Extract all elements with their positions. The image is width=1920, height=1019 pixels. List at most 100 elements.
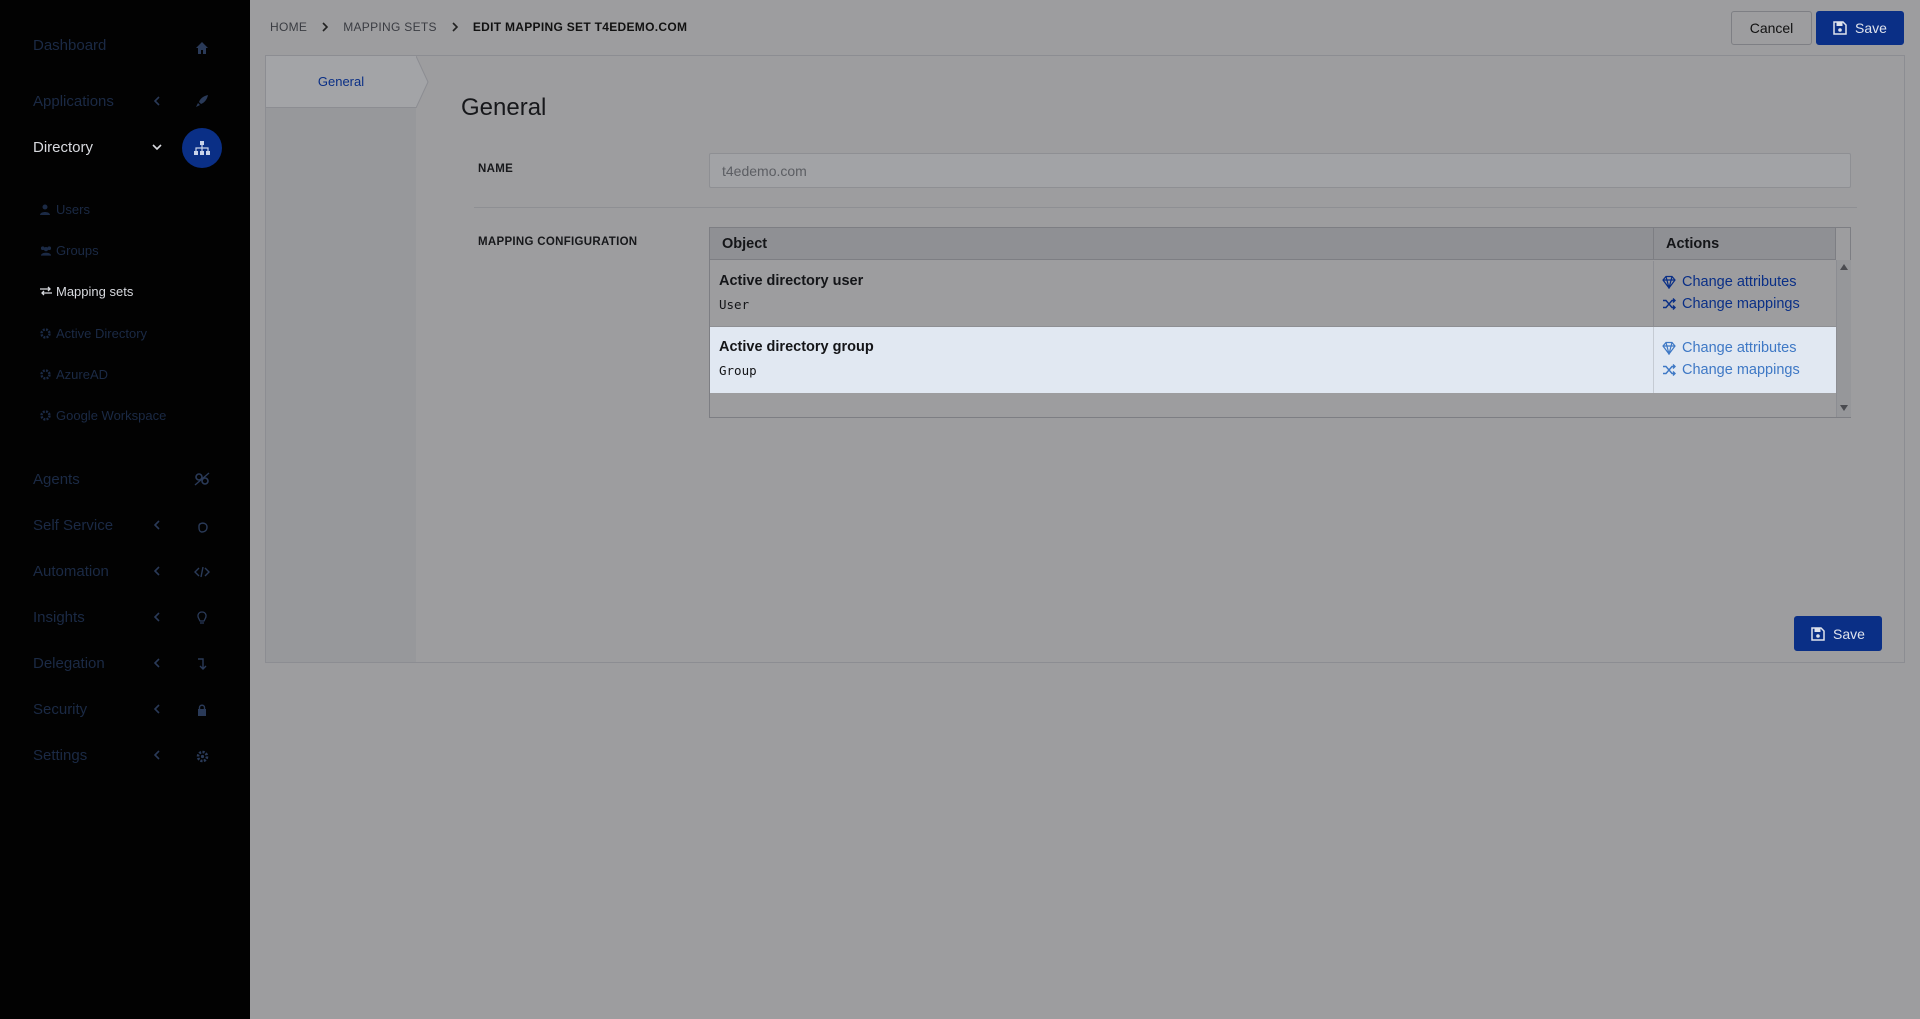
column-header-actions[interactable]: Actions	[1654, 228, 1836, 260]
tab-arrow	[416, 56, 429, 108]
sidebar-item-applications[interactable]: Applications	[0, 78, 250, 124]
sidebar-item-label: Delegation	[33, 654, 105, 672]
sidebar-item-agents[interactable]: Agents	[0, 456, 250, 502]
scroll-up-arrow-icon[interactable]	[1840, 264, 1848, 270]
tab-general[interactable]: General	[266, 56, 416, 108]
column-header-object[interactable]: Object	[710, 228, 1654, 260]
sidebar-subitem-label: Google Workspace	[56, 407, 167, 423]
sidebar-subitem-users[interactable]: Users	[40, 198, 90, 220]
diamond-icon	[1662, 341, 1676, 355]
breadcrumb-current: EDIT MAPPING SET T4EDEMO.COM	[472, 20, 688, 34]
object-type: User	[719, 297, 750, 312]
lightbulb-icon	[192, 608, 212, 628]
chevron-left-icon	[153, 96, 160, 106]
chevron-left-icon	[153, 704, 160, 714]
change-attributes-link[interactable]: Change attributes	[1662, 337, 1836, 359]
name-field[interactable]: t4edemo.com	[709, 153, 1851, 188]
chevron-left-icon	[153, 750, 160, 760]
chevron-left-icon	[153, 520, 160, 530]
gear-icon	[192, 746, 212, 766]
chevron-down-icon	[152, 144, 162, 151]
shuffle-icon	[1663, 364, 1676, 376]
exchange-icon	[40, 285, 52, 297]
object-type: Group	[719, 363, 757, 378]
scroll-down-arrow-icon[interactable]	[1840, 405, 1848, 411]
sidebar-item-label: Dashboard	[33, 36, 107, 54]
save-button[interactable]: Save	[1816, 11, 1904, 45]
actions-cell: Change attributes Change mappings	[1654, 261, 1836, 327]
mapping-config-label: MAPPING CONFIGURATION	[478, 236, 638, 248]
change-attributes-label: Change attributes	[1682, 340, 1797, 356]
breadcrumb-home[interactable]: HOME	[270, 20, 307, 34]
chevron-right-icon	[452, 22, 458, 32]
sidebar-subitem-label: Groups	[56, 242, 99, 258]
sidebar-subitem-label: Active Directory	[56, 325, 148, 341]
chevron-left-icon	[153, 658, 160, 668]
tab-column	[266, 56, 416, 662]
sidebar-subitem-groups[interactable]: Groups	[40, 239, 99, 261]
save-icon	[1811, 626, 1825, 641]
sidebar-item-security[interactable]: Security	[0, 686, 250, 732]
sidebar-item-automation[interactable]: Automation	[0, 548, 250, 594]
sidebar: Dashboard Applications Directory Users G…	[0, 0, 250, 1019]
table-scrollbar[interactable]	[1836, 260, 1851, 417]
sitemap-icon	[182, 128, 222, 168]
chevron-right-icon	[322, 22, 329, 32]
sidebar-subitem-active-directory[interactable]: Active Directory	[40, 322, 147, 344]
save-button-bottom[interactable]: Save	[1794, 616, 1882, 651]
table-row-selected[interactable]: Active directory group Group Change attr…	[710, 327, 1836, 393]
name-field-value: t4edemo.com	[722, 162, 807, 179]
sidebar-item-label: Security	[33, 700, 88, 718]
table-row[interactable]: Active directory user User Change attrib…	[710, 261, 1836, 327]
save-button-label: Save	[1833, 625, 1865, 642]
table-header: Object Actions	[710, 228, 1836, 260]
level-down-icon	[192, 654, 212, 674]
object-title: Active directory user	[719, 273, 864, 289]
change-mappings-label: Change mappings	[1682, 362, 1800, 378]
home-icon	[192, 38, 212, 58]
sidebar-subitem-azuread[interactable]: AzureAD	[40, 363, 108, 385]
sidebar-item-self-service[interactable]: Self Service	[0, 502, 250, 548]
tab-general-label: General	[317, 74, 365, 89]
gear-icon	[40, 368, 52, 380]
gear-icon	[40, 409, 52, 421]
mapping-table: Object Actions Active directory user Use…	[709, 227, 1851, 418]
save-button-label: Save	[1855, 20, 1887, 36]
cancel-button-label: Cancel	[1749, 20, 1794, 36]
sidebar-item-label: Self Service	[33, 516, 114, 534]
sidebar-item-label: Directory	[33, 138, 94, 156]
cancel-button[interactable]: Cancel	[1731, 11, 1812, 45]
sidebar-item-settings[interactable]: Settings	[0, 732, 250, 778]
change-attributes-label: Change attributes	[1682, 274, 1797, 290]
sidebar-subitem-mapping-sets[interactable]: Mapping sets	[40, 280, 133, 302]
breadcrumb-mapping-sets[interactable]: MAPPING SETS	[343, 20, 437, 34]
sidebar-item-label: Automation	[33, 562, 109, 580]
change-attributes-link[interactable]: Change attributes	[1662, 271, 1836, 293]
users-icon	[40, 244, 52, 256]
sidebar-item-label: Agents	[33, 470, 80, 488]
sidebar-item-directory[interactable]: Directory	[0, 124, 250, 170]
sidebar-item-label: Applications	[33, 92, 114, 110]
save-icon	[1833, 21, 1847, 35]
sidebar-item-dashboard[interactable]: Dashboard	[0, 22, 250, 68]
change-mappings-link[interactable]: Change mappings	[1662, 293, 1836, 315]
agents-icon	[192, 469, 212, 489]
rocket-icon	[192, 91, 212, 111]
sidebar-item-insights[interactable]: Insights	[0, 594, 250, 640]
gear-icon	[40, 327, 52, 339]
divider	[474, 207, 1857, 208]
change-mappings-link[interactable]: Change mappings	[1662, 359, 1836, 381]
sidebar-subitem-label: AzureAD	[56, 366, 109, 382]
sidebar-item-delegation[interactable]: Delegation	[0, 640, 250, 686]
object-title: Active directory group	[719, 339, 874, 355]
sidebar-item-label: Settings	[33, 746, 88, 764]
sidebar-subitem-label: Mapping sets	[56, 283, 134, 299]
diamond-icon	[1662, 275, 1676, 289]
code-icon	[192, 562, 212, 582]
sidebar-subitem-google-workspace[interactable]: Google Workspace	[40, 404, 166, 426]
object-cell: Active directory user User	[710, 261, 1654, 327]
user-icon	[40, 203, 52, 215]
lock-icon	[192, 700, 212, 720]
hand-pointer-icon	[192, 516, 212, 536]
section-title: General	[461, 94, 547, 121]
